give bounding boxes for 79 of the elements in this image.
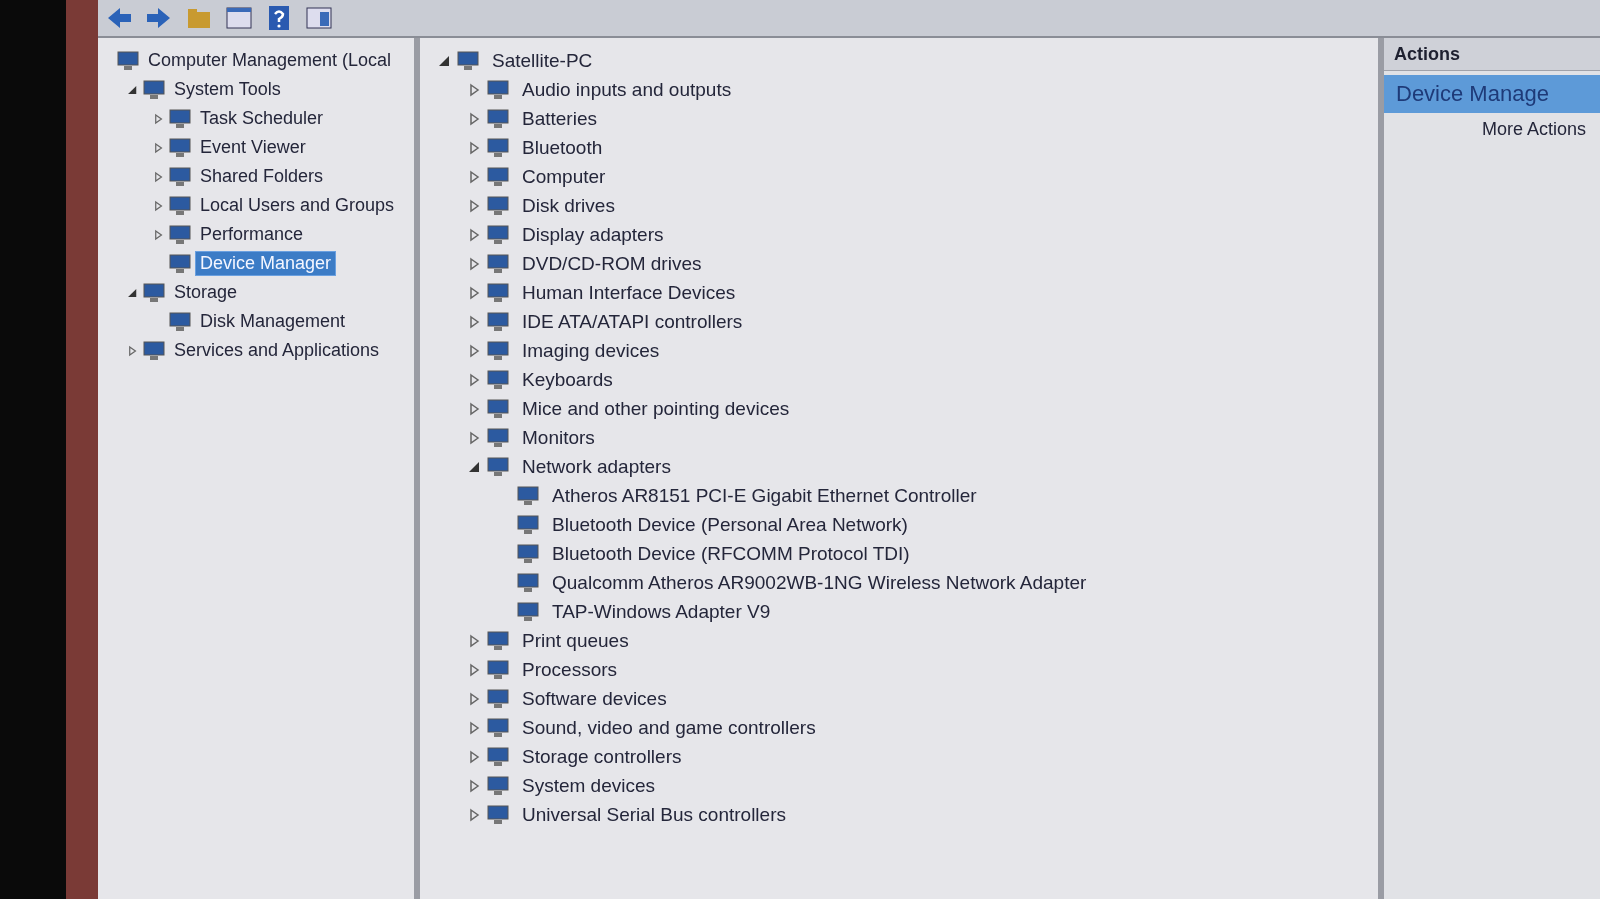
tree-item[interactable]: Batteries — [518, 106, 601, 131]
monitor-icon — [486, 658, 510, 681]
tree-item[interactable]: Disk drives — [518, 193, 619, 218]
tree-item[interactable]: Performance — [196, 223, 308, 246]
tree-item[interactable]: DVD/CD-ROM drives — [518, 251, 706, 276]
action-item[interactable]: More Actions — [1384, 113, 1600, 145]
tree-item[interactable]: Universal Serial Bus controllers — [518, 802, 790, 827]
monitor-icon — [486, 745, 510, 768]
monitor-icon — [486, 223, 510, 246]
monitor-icon — [486, 716, 510, 739]
monitor-icon — [486, 397, 510, 420]
monitor-icon — [516, 542, 540, 565]
monitor-icon — [486, 194, 510, 217]
action-item[interactable]: Device Manage — [1384, 75, 1600, 113]
tree-item[interactable]: Human Interface Devices — [518, 280, 740, 305]
monitor-icon — [486, 339, 510, 362]
tree-item[interactable]: Task Scheduler — [196, 107, 328, 130]
tree-item[interactable]: System devices — [518, 773, 660, 798]
tree-item[interactable]: Device Manager — [196, 252, 336, 275]
monitor-icon — [486, 310, 510, 333]
monitor-icon — [516, 513, 540, 536]
monitor-icon — [486, 281, 510, 304]
tree-item[interactable]: System Tools — [170, 78, 285, 101]
monitor-icon — [486, 165, 510, 188]
tree-item[interactable]: Bluetooth Device (RFCOMM Protocol TDI) — [548, 541, 914, 566]
tree-item[interactable]: Services and Applications — [170, 339, 384, 362]
monitor-icon — [486, 803, 510, 826]
monitor-icon — [168, 194, 192, 217]
monitor-icon — [486, 136, 510, 159]
tree-item[interactable]: Storage controllers — [518, 744, 686, 769]
monitor-icon — [168, 252, 192, 275]
monitor-icon — [486, 78, 510, 101]
monitor-icon — [516, 600, 540, 623]
tree-item[interactable]: Processors — [518, 657, 622, 682]
monitor-icon — [168, 107, 192, 130]
monitor-icon — [486, 455, 510, 478]
tree-item[interactable]: Bluetooth Device (Personal Area Network) — [548, 512, 912, 537]
monitor-icon — [486, 774, 510, 797]
tree-item[interactable]: Disk Management — [196, 310, 350, 333]
tree-item[interactable]: Sound, video and game controllers — [518, 715, 820, 740]
monitor-icon — [516, 571, 540, 594]
monitor-icon — [168, 136, 192, 159]
tree-item[interactable]: Qualcomm Atheros AR9002WB-1NG Wireless Network Adapter — [548, 570, 1091, 595]
tree-item[interactable]: Shared Folders — [196, 165, 328, 188]
tree-item[interactable]: Computer Management (Local — [144, 49, 396, 72]
tree-item[interactable]: Software devices — [518, 686, 671, 711]
tree-item[interactable]: Audio inputs and outputs — [518, 77, 736, 102]
tree-item[interactable]: Imaging devices — [518, 338, 664, 363]
actions-header: Actions — [1384, 38, 1600, 71]
monitor-icon — [516, 484, 540, 507]
tree-item[interactable]: Storage — [170, 281, 242, 304]
tree-item[interactable]: Local Users and Groups — [196, 194, 399, 217]
monitor-icon — [168, 165, 192, 188]
tree-item[interactable]: Satellite-PC — [488, 48, 597, 73]
tree-item[interactable]: IDE ATA/ATAPI controllers — [518, 309, 747, 334]
monitor-icon — [486, 426, 510, 449]
tree-item[interactable]: Bluetooth — [518, 135, 607, 160]
tree-item[interactable]: Network adapters — [518, 454, 675, 479]
monitor-icon — [486, 687, 510, 710]
monitor-icon — [116, 49, 140, 72]
tree-item[interactable]: Print queues — [518, 628, 633, 653]
tree-item[interactable]: Monitors — [518, 425, 599, 450]
monitor-icon — [486, 629, 510, 652]
tree-item[interactable]: Event Viewer — [196, 136, 310, 159]
monitor-icon — [486, 107, 510, 130]
tree-item[interactable]: Keyboards — [518, 367, 617, 392]
tree-item[interactable]: Display adapters — [518, 222, 668, 247]
tree-item[interactable]: Computer — [518, 164, 610, 189]
monitor-icon — [142, 339, 166, 362]
tree-item[interactable]: Mice and other pointing devices — [518, 396, 794, 421]
monitor-icon — [168, 310, 192, 333]
tree-item[interactable]: TAP-Windows Adapter V9 — [548, 599, 775, 624]
monitor-icon — [486, 368, 510, 391]
monitor-icon — [142, 281, 166, 304]
monitor-icon — [142, 78, 166, 101]
monitor-icon — [456, 49, 480, 72]
tree-item[interactable]: Atheros AR8151 PCI-E Gigabit Ethernet Controller — [548, 483, 981, 508]
monitor-icon — [168, 223, 192, 246]
monitor-icon — [486, 252, 510, 275]
